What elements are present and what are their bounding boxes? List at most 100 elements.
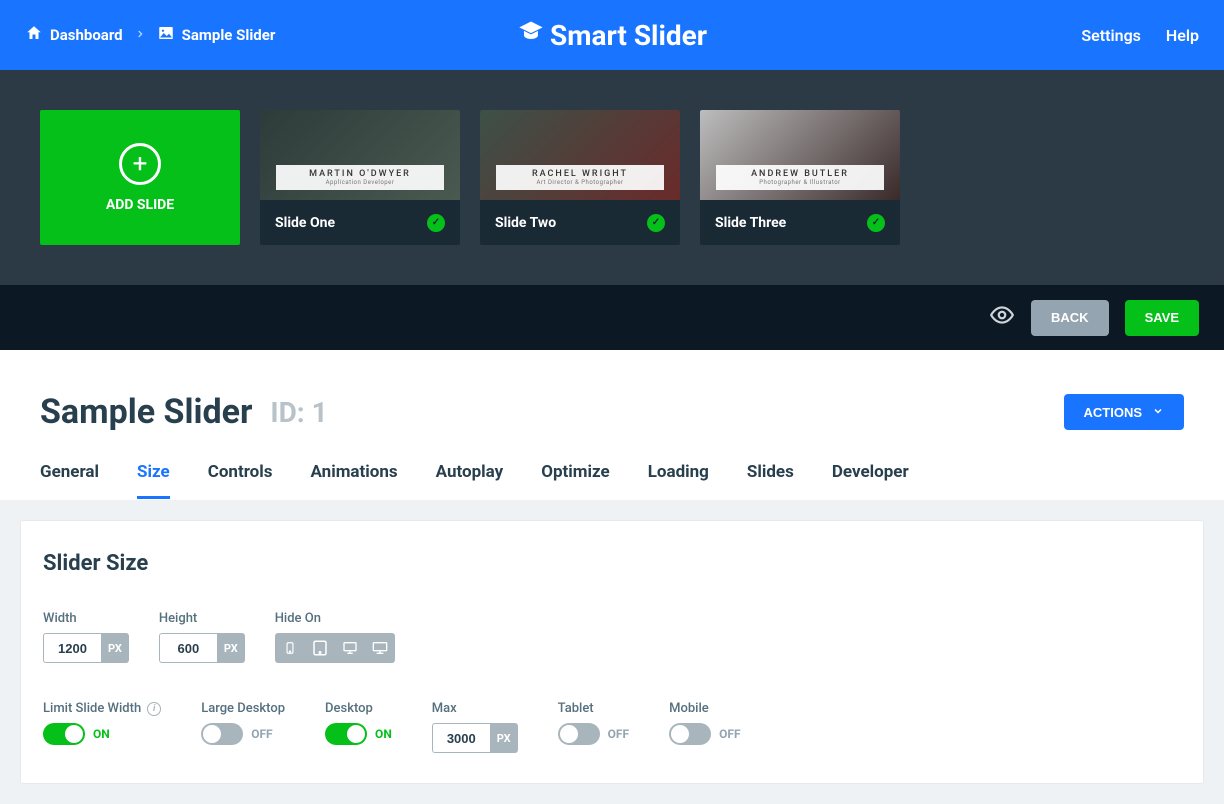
topbar: Dashboard Sample Slider Smart Slider Set… xyxy=(0,0,1224,70)
tab-size[interactable]: Size xyxy=(137,454,170,499)
toggle-state: ON xyxy=(93,727,110,741)
info-icon[interactable]: i xyxy=(147,702,161,716)
width-field: Width PX xyxy=(43,611,129,663)
tab-slides[interactable]: Slides xyxy=(747,454,794,499)
logo-text: Smart Slider xyxy=(550,19,707,52)
desktop-field: Desktop ON xyxy=(325,701,392,753)
slide-title: Slide Two xyxy=(495,215,556,231)
large-desktop-toggle[interactable]: OFF xyxy=(201,723,285,745)
topbar-right: Settings Help xyxy=(1081,26,1199,45)
height-field: Height PX xyxy=(159,611,245,663)
overlay-sub: Application Developer xyxy=(276,179,444,186)
slide-thumb: RACHEL WRIGHT Art Director & Photographe… xyxy=(480,110,680,200)
app-logo: Smart Slider xyxy=(517,18,707,53)
preview-icon[interactable] xyxy=(989,302,1015,334)
overlay-name: RACHEL WRIGHT xyxy=(496,169,664,179)
slide-overlay: ANDREW BUTLER Photographer & Illustrator xyxy=(716,165,884,190)
tab-loading[interactable]: Loading xyxy=(648,454,709,499)
toggle-state: ON xyxy=(375,727,392,741)
height-input[interactable] xyxy=(159,633,217,663)
hideon-mobile-icon[interactable] xyxy=(275,633,305,663)
slide-card[interactable]: ANDREW BUTLER Photographer & Illustrator… xyxy=(700,110,900,245)
breadcrumb-home-label: Dashboard xyxy=(50,26,123,44)
limit-width-field: Limit Slide Width i ON xyxy=(43,701,161,753)
slide-overlay: RACHEL WRIGHT Art Director & Photographe… xyxy=(496,165,664,190)
panel-container: Slider Size Width PX Height PX Hide On xyxy=(0,500,1224,804)
help-link[interactable]: Help xyxy=(1166,26,1199,45)
tab-controls[interactable]: Controls xyxy=(208,454,273,499)
large-desktop-field: Large Desktop OFF xyxy=(201,701,285,753)
actions-label: ACTIONS xyxy=(1084,405,1143,420)
add-slide-label: ADD SLIDE xyxy=(106,197,174,213)
height-label: Height xyxy=(159,611,245,626)
check-icon: ✓ xyxy=(427,214,445,232)
slide-bar: Slide One ✓ xyxy=(260,200,460,245)
tablet-label: Tablet xyxy=(558,701,629,716)
chevron-down-icon xyxy=(1152,405,1164,420)
tabs: General Size Controls Animations Autopla… xyxy=(40,454,1184,500)
px-suffix: PX xyxy=(101,633,129,663)
image-icon xyxy=(157,24,175,46)
settings-link[interactable]: Settings xyxy=(1081,26,1141,45)
panel-heading: Slider Size xyxy=(43,551,1181,576)
hideon-label: Hide On xyxy=(275,611,395,626)
slide-bar: Slide Three ✓ xyxy=(700,200,900,245)
add-slide-button[interactable]: + ADD SLIDE xyxy=(40,110,240,245)
mobile-field: Mobile OFF xyxy=(669,701,740,753)
tab-autoplay[interactable]: Autoplay xyxy=(436,454,504,499)
toggle-state: OFF xyxy=(719,727,740,741)
plus-icon: + xyxy=(119,143,161,185)
page-title-text: Sample Slider xyxy=(40,392,252,432)
tab-optimize[interactable]: Optimize xyxy=(541,454,609,499)
hideon-large-desktop-icon[interactable] xyxy=(365,633,395,663)
logo-icon xyxy=(517,18,545,53)
home-icon xyxy=(25,24,43,46)
mobile-toggle[interactable]: OFF xyxy=(669,723,740,745)
hideon-field: Hide On xyxy=(275,611,395,663)
actions-button[interactable]: ACTIONS xyxy=(1064,394,1185,430)
overlay-name: MARTIN O'DWYER xyxy=(276,169,444,179)
check-icon: ✓ xyxy=(867,214,885,232)
max-input[interactable] xyxy=(432,723,490,753)
tablet-toggle[interactable]: OFF xyxy=(558,723,629,745)
tablet-field: Tablet OFF xyxy=(558,701,629,753)
breadcrumb-home[interactable]: Dashboard xyxy=(25,24,123,46)
tab-animations[interactable]: Animations xyxy=(311,454,398,499)
overlay-sub: Photographer & Illustrator xyxy=(716,179,884,186)
toggle-state: OFF xyxy=(608,727,629,741)
slide-card[interactable]: RACHEL WRIGHT Art Director & Photographe… xyxy=(480,110,680,245)
slide-card[interactable]: MARTIN O'DWYER Application Developer Sli… xyxy=(260,110,460,245)
limit-label: Limit Slide Width xyxy=(43,701,141,716)
back-button[interactable]: BACK xyxy=(1031,300,1109,336)
width-input[interactable] xyxy=(43,633,101,663)
max-field: Max PX xyxy=(432,701,518,753)
breadcrumb-current-label: Sample Slider xyxy=(182,26,276,44)
tab-developer[interactable]: Developer xyxy=(832,454,909,499)
slide-title: Slide One xyxy=(275,215,335,231)
slide-thumb: MARTIN O'DWYER Application Developer xyxy=(260,110,460,200)
px-suffix: PX xyxy=(217,633,245,663)
desktop-label: Desktop xyxy=(325,701,392,716)
page-title: Sample Slider ID: 1 xyxy=(40,392,328,432)
limit-width-toggle[interactable]: ON xyxy=(43,723,161,745)
slider-size-panel: Slider Size Width PX Height PX Hide On xyxy=(20,520,1204,784)
page-id: ID: 1 xyxy=(270,396,327,429)
overlay-name: ANDREW BUTLER xyxy=(716,169,884,179)
breadcrumb: Dashboard Sample Slider xyxy=(25,24,275,46)
slide-thumb: ANDREW BUTLER Photographer & Illustrator xyxy=(700,110,900,200)
overlay-sub: Art Director & Photographer xyxy=(496,179,664,186)
hideon-tablet-icon[interactable] xyxy=(305,633,335,663)
desktop-toggle[interactable]: ON xyxy=(325,723,392,745)
width-label: Width xyxy=(43,611,129,626)
breadcrumb-current: Sample Slider xyxy=(157,24,276,46)
save-button[interactable]: SAVE xyxy=(1125,300,1199,336)
slide-title: Slide Three xyxy=(715,215,786,231)
action-bar: BACK SAVE xyxy=(0,285,1224,350)
max-label: Max xyxy=(432,701,518,716)
large-desktop-label: Large Desktop xyxy=(201,701,285,716)
hideon-desktop-icon[interactable] xyxy=(335,633,365,663)
mobile-label: Mobile xyxy=(669,701,740,716)
page-header: Sample Slider ID: 1 ACTIONS General Size… xyxy=(0,350,1224,500)
toggle-state: OFF xyxy=(251,727,272,741)
tab-general[interactable]: General xyxy=(40,454,99,499)
